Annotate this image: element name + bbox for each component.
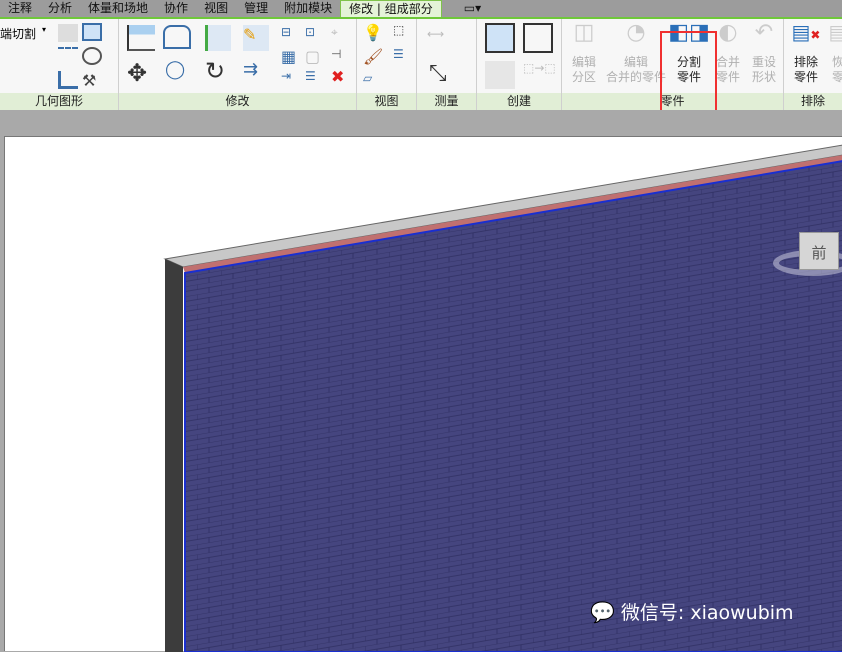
trim-extend-icon[interactable]: ⇉ [243, 59, 263, 80]
ribbon-tabs: 注释 分析 体量和场地 协作 视图 管理 附加模块 修改 | 组成部分 ▭▾ [0, 0, 842, 17]
panel-create-label: 创建 [477, 93, 561, 110]
3d-viewport[interactable]: 前 [4, 136, 842, 652]
panel-exclude: ▤✖ 排除 零件 ▤ 恢零 排除 [784, 19, 842, 110]
panel-view: 💡 ⬚ 🖌 ☰ ▱ 视图 [357, 19, 417, 110]
move-icon[interactable]: ✥ [127, 59, 147, 87]
hide-lightbulb-icon[interactable]: 💡 [363, 23, 383, 42]
split-face-icon[interactable] [58, 47, 78, 65]
viewcube[interactable]: 前 [773, 232, 842, 282]
ribbon: 端切割 ▾ ⚒ 几何图形 ✎ ✥ ◯ ↻ ⇉ ⊟ ⊡ ⌖ ▦ ▢ ⊣ ⇥ ☰ ✖… [0, 17, 842, 113]
create-similar-icon[interactable]: ⬚→⬚ [523, 61, 556, 89]
panel-modify-label: 修改 [119, 93, 356, 110]
panel-geometry: 端切割 ▾ ⚒ 几何图形 [0, 19, 119, 110]
copy-icon[interactable]: ◯ [165, 59, 185, 80]
panel-measure-label: 测量 [417, 93, 476, 110]
scale-icon[interactable]: ▢ [305, 47, 325, 66]
pin-icon[interactable]: ⊣ [331, 47, 351, 65]
create-assembly-icon[interactable] [485, 23, 515, 53]
override-icon[interactable]: ⬚ [393, 23, 413, 41]
ribbon-minimize-button[interactable]: ▭▾ [456, 0, 489, 17]
edit-profile-icon[interactable] [58, 71, 78, 89]
edit-merged-button[interactable]: ◔ 编辑 合并的零件 [604, 22, 668, 85]
tab-addins[interactable]: 附加模块 [276, 0, 340, 17]
panel-create: ⬚→⬚ 创建 [477, 19, 562, 110]
offset-icon[interactable] [163, 25, 191, 49]
trim-multiple-icon[interactable]: ☰ [305, 69, 325, 87]
reset-shape-button[interactable]: ↶ 重设 形状 [746, 22, 782, 85]
wall-model [163, 144, 842, 652]
tab-annotate[interactable]: 注释 [0, 0, 40, 17]
mirror-axis-icon[interactable] [205, 25, 231, 51]
panel-geometry-label: 几何图形 [0, 93, 118, 110]
split-gap-icon[interactable]: ⊡ [305, 25, 325, 43]
unpin-icon[interactable]: ⌖ [331, 25, 351, 43]
wall-face [184, 160, 842, 652]
edit-division-button[interactable]: ◫ 编辑 分区 [566, 22, 602, 85]
cut-button[interactable]: 端切割 [0, 25, 36, 42]
delete-icon[interactable]: ✖ [331, 67, 351, 86]
panel-view-label: 视图 [357, 93, 416, 110]
dimension-icon[interactable]: ⤡ [429, 61, 459, 89]
tab-view[interactable]: 视图 [196, 0, 236, 17]
panel-exclude-label: 排除 [784, 93, 842, 110]
highlight-box [660, 31, 717, 113]
viewcube-face-front[interactable]: 前 [799, 232, 839, 270]
tab-manage[interactable]: 管理 [236, 0, 276, 17]
tab-collaborate[interactable]: 协作 [156, 0, 196, 17]
paintbrush-icon[interactable]: 🖌 [363, 47, 383, 66]
linework-icon[interactable]: ☰ [393, 47, 413, 65]
restore-parts-button[interactable]: ▤ 恢零 [828, 25, 842, 85]
split-icon[interactable]: ⊟ [281, 25, 301, 43]
join-icon[interactable] [58, 24, 78, 42]
create-group-icon[interactable] [523, 23, 553, 53]
tab-analyze[interactable]: 分析 [40, 0, 80, 17]
create-parts-icon[interactable] [485, 61, 515, 89]
watermark: 💬 微信号: xiaowubim [590, 599, 794, 625]
panel-modify: ✎ ✥ ◯ ↻ ⇉ ⊟ ⊡ ⌖ ▦ ▢ ⊣ ⇥ ☰ ✖ 修改 [119, 19, 357, 110]
wall-side [165, 259, 183, 652]
mirror-draw-icon[interactable]: ✎ [243, 25, 269, 51]
tab-modify-components[interactable]: 修改 | 组成部分 [340, 0, 442, 17]
exclude-parts-icon: ▤✖ [791, 20, 821, 44]
rotate-icon[interactable]: ↻ [205, 57, 225, 85]
trim-single-icon[interactable]: ⇥ [281, 69, 301, 87]
toolbar-strip [0, 110, 842, 136]
wall-join-icon[interactable] [82, 23, 102, 41]
hammer-icon[interactable]: ⚒ [82, 71, 102, 90]
wechat-icon: 💬 [590, 599, 615, 624]
exclude-parts-button[interactable]: ▤✖ 排除 零件 [788, 20, 824, 85]
array-icon[interactable]: ▦ [281, 47, 301, 66]
selection-box-icon[interactable]: ▱ [363, 71, 383, 89]
paint-icon[interactable] [82, 47, 102, 65]
align-icon[interactable] [127, 25, 155, 51]
tab-massing[interactable]: 体量和场地 [80, 0, 156, 17]
measure-icon[interactable]: ⟷ [427, 27, 461, 45]
panel-measure: ⟷ ⤡ 测量 [417, 19, 477, 110]
